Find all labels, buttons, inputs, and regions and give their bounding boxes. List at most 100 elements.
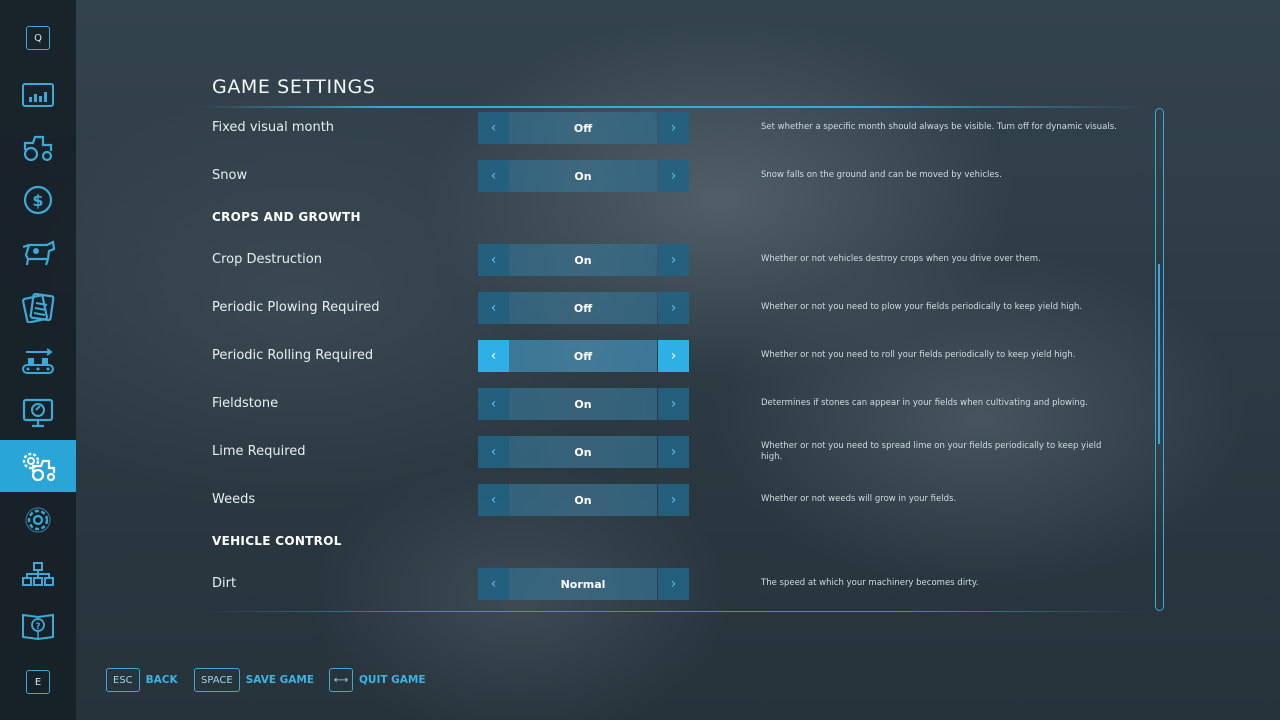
- scrollbar-thumb[interactable]: [1158, 264, 1160, 444]
- scrollbar[interactable]: [1155, 108, 1164, 611]
- setting-description: Whether or not vehicles destroy crops wh…: [761, 254, 1041, 264]
- sidebar-item-network[interactable]: [0, 548, 76, 600]
- back-label: BACK: [145, 674, 178, 686]
- back-button[interactable]: ESC BACK: [106, 668, 178, 692]
- chevron-right-icon[interactable]: ›: [658, 388, 689, 420]
- option-value: Normal: [509, 568, 657, 600]
- chevron-left-icon[interactable]: ‹: [478, 292, 509, 324]
- section-header-vehicle: VEHICLE CONTROL: [212, 534, 342, 548]
- option-value: On: [509, 436, 657, 468]
- setting-row-snow[interactable]: Snow ‹ On › Snow falls on the ground and…: [212, 160, 1132, 192]
- option-value: On: [509, 388, 657, 420]
- option-selector[interactable]: ‹ On ›: [478, 160, 689, 192]
- sidebar-item-game-settings[interactable]: [0, 440, 76, 492]
- stats-icon: [22, 83, 54, 107]
- sidebar-item-tour[interactable]: [0, 387, 76, 439]
- sidebar-item-help[interactable]: ?: [0, 600, 76, 652]
- space-key-icon: SPACE: [194, 668, 240, 692]
- setting-row-dirt[interactable]: Dirt ‹ Normal › The speed at which your …: [212, 568, 1132, 600]
- quit-game-button[interactable]: ⟷ QUIT GAME: [329, 668, 426, 692]
- chevron-right-icon[interactable]: ›: [658, 112, 689, 144]
- setting-label: Periodic Rolling Required: [212, 348, 374, 363]
- dollar-icon: $: [23, 185, 53, 215]
- option-value: On: [509, 484, 657, 516]
- chevron-left-icon[interactable]: ‹: [478, 484, 509, 516]
- setting-row-periodic-rolling[interactable]: Periodic Rolling Required ‹ Off › Whethe…: [212, 340, 1132, 372]
- setting-description: Whether or not you need to roll your fie…: [761, 350, 1076, 360]
- chevron-right-icon[interactable]: ›: [658, 568, 689, 600]
- chevron-left-icon[interactable]: ‹: [478, 340, 509, 372]
- setting-label: Dirt: [212, 576, 237, 591]
- setting-label: Fixed visual month: [212, 120, 335, 135]
- setting-label: Lime Required: [212, 444, 306, 459]
- sidebar-item-vehicles[interactable]: [0, 122, 76, 174]
- option-value: Off: [509, 112, 657, 144]
- save-game-button[interactable]: SPACE SAVE GAME: [194, 668, 314, 692]
- game-settings-icon: [22, 452, 56, 482]
- option-selector[interactable]: ‹ Off ›: [478, 292, 689, 324]
- setting-row-periodic-plowing[interactable]: Periodic Plowing Required ‹ Off › Whethe…: [212, 292, 1132, 324]
- sidebar-item-contracts[interactable]: [0, 282, 76, 334]
- svg-text:$: $: [32, 191, 43, 210]
- setting-row-weeds[interactable]: Weeds ‹ On › Whether or not weeds will g…: [212, 484, 1132, 516]
- chevron-right-icon[interactable]: ›: [658, 436, 689, 468]
- sidebar-item-animals[interactable]: [0, 227, 76, 279]
- option-selector[interactable]: ‹ Normal ›: [478, 568, 689, 600]
- sidebar-item-finances[interactable]: $: [0, 174, 76, 226]
- setting-label: Weeds: [212, 492, 256, 507]
- setting-label: Snow: [212, 168, 248, 183]
- chevron-left-icon[interactable]: ‹: [478, 160, 509, 192]
- network-icon: [22, 562, 54, 586]
- e-key-icon: E: [26, 670, 50, 694]
- chevron-right-icon[interactable]: ›: [658, 292, 689, 324]
- contracts-icon: [21, 293, 55, 323]
- next-page-key[interactable]: E: [0, 656, 76, 708]
- chevron-left-icon[interactable]: ‹: [478, 244, 509, 276]
- setting-description: The speed at which your machinery become…: [761, 578, 979, 588]
- setting-row-fixed-visual-month[interactable]: Fixed visual month ‹ Off › Set whether a…: [212, 112, 1132, 144]
- chevron-left-icon[interactable]: ‹: [478, 436, 509, 468]
- option-selector[interactable]: ‹ Off ›: [478, 112, 689, 144]
- chevron-left-icon[interactable]: ‹: [478, 568, 509, 600]
- sidebar-item-production[interactable]: [0, 335, 76, 387]
- setting-description: Set whether a specific month should alwa…: [761, 122, 1117, 132]
- chevron-left-icon[interactable]: ‹: [478, 388, 509, 420]
- sidebar-item-stats[interactable]: [0, 69, 76, 121]
- chevron-right-icon[interactable]: ›: [658, 484, 689, 516]
- sidebar-item-general-settings[interactable]: [0, 494, 76, 546]
- setting-row-fieldstone[interactable]: Fieldstone ‹ On › Determines if stones c…: [212, 388, 1132, 420]
- chevron-right-icon[interactable]: ›: [658, 244, 689, 276]
- setting-description: Determines if stones can appear in your …: [761, 398, 1088, 408]
- setting-description: Whether or not you need to spread lime o…: [761, 441, 1102, 462]
- option-selector[interactable]: ‹ On ›: [478, 484, 689, 516]
- option-value: On: [509, 160, 657, 192]
- setting-description: Whether or not you need to plow your fie…: [761, 302, 1083, 312]
- setting-description: Whether or not weeds will grow in your f…: [761, 494, 957, 504]
- cow-icon: [22, 240, 56, 266]
- page-title: GAME SETTINGS: [212, 76, 376, 98]
- title-divider: [200, 106, 1145, 108]
- setting-row-crop-destruction[interactable]: Crop Destruction ‹ On › Whether or not v…: [212, 244, 1132, 276]
- setting-label: Periodic Plowing Required: [212, 300, 380, 315]
- option-value: Off: [509, 292, 657, 324]
- save-game-label: SAVE GAME: [245, 674, 315, 686]
- option-value: On: [509, 244, 657, 276]
- setting-row-lime-required[interactable]: Lime Required ‹ On › Whether or not you …: [212, 436, 1132, 468]
- tour-icon: [22, 398, 54, 428]
- backspace-key-icon: ⟷: [329, 668, 353, 692]
- setting-label: Fieldstone: [212, 396, 279, 411]
- quit-game-label: QUIT GAME: [359, 674, 426, 686]
- chevron-right-icon[interactable]: ›: [658, 340, 689, 372]
- option-selector[interactable]: ‹ On ›: [478, 436, 689, 468]
- prev-page-key[interactable]: Q: [0, 12, 76, 64]
- option-value: Off: [509, 340, 657, 372]
- option-selector[interactable]: ‹ On ›: [478, 388, 689, 420]
- production-icon: [22, 348, 54, 374]
- setting-label: Crop Destruction: [212, 252, 322, 267]
- chevron-left-icon[interactable]: ‹: [478, 112, 509, 144]
- option-selector[interactable]: ‹ On ›: [478, 244, 689, 276]
- option-selector[interactable]: ‹ Off ›: [478, 340, 689, 372]
- chevron-right-icon[interactable]: ›: [658, 160, 689, 192]
- svg-text:?: ?: [35, 622, 40, 632]
- gear-icon: [25, 507, 51, 533]
